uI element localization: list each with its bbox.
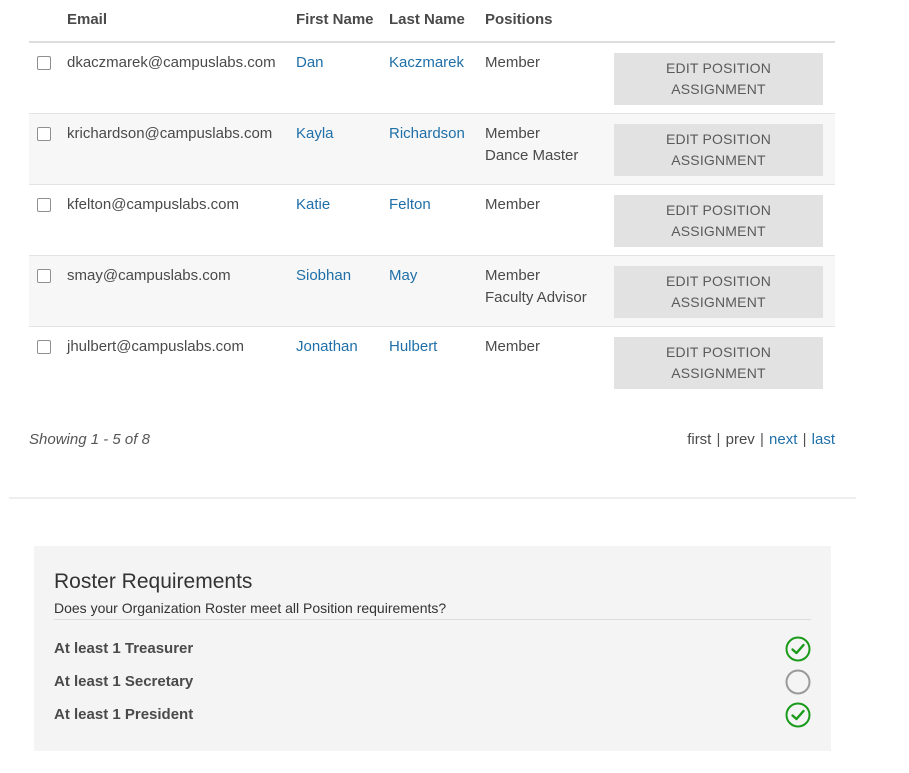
position-label: Member [485, 338, 541, 355]
last-name-column-header[interactable]: Last Name [382, 0, 478, 43]
last-name-cell: Felton [382, 184, 478, 256]
requirements-subtitle: Does your Organization Roster meet all P… [54, 600, 447, 616]
table-row: kfelton@campuslabs.com Katie Felton Memb… [29, 184, 835, 256]
first-name-cell: Siobhan [289, 255, 382, 327]
row-select-checkbox[interactable] [37, 127, 51, 141]
requirement-item: At least 1 President [54, 702, 811, 728]
edit-position-assignment-button[interactable]: EDIT POSITION ASSIGNMENT [614, 53, 823, 105]
position-label: Member [485, 54, 541, 71]
first-name-link[interactable]: Siobhan [296, 267, 351, 284]
empty-circle-icon [785, 669, 811, 695]
positions-cell: Member [478, 184, 607, 256]
row-select-checkbox[interactable] [37, 340, 51, 354]
row-select-checkbox[interactable] [37, 56, 51, 70]
pagination: first | prev | next | last [687, 431, 835, 448]
edit-position-assignment-button[interactable]: EDIT POSITION ASSIGNMENT [614, 266, 823, 318]
email-cell: krichardson@campuslabs.com [60, 113, 289, 185]
requirement-label: At least 1 Treasurer [54, 640, 194, 657]
edit-position-assignment-button[interactable]: EDIT POSITION ASSIGNMENT [614, 195, 823, 247]
email-cell: dkaczmarek@campuslabs.com [60, 41, 289, 114]
first-name-link[interactable]: Katie [296, 196, 330, 213]
select-column-header [29, 0, 60, 43]
position-label: Faculty Advisor [485, 289, 587, 306]
last-name-cell: May [382, 255, 478, 327]
last-name-cell: Richardson [382, 113, 478, 185]
first-name-cell: Kayla [289, 113, 382, 185]
edit-position-assignment-button[interactable]: EDIT POSITION ASSIGNMENT [614, 124, 823, 176]
requirement-label: At least 1 President [54, 706, 194, 723]
first-name-column-header[interactable]: First Name [289, 0, 382, 43]
roster-table: Email First Name Last Name Positions dka… [29, 0, 835, 397]
actions-column-header [607, 0, 835, 43]
select-cell [29, 41, 60, 114]
requirements-title: Roster Requirements [54, 570, 253, 593]
row-select-checkbox[interactable] [37, 198, 51, 212]
email-column-header[interactable]: Email [60, 0, 289, 43]
actions-cell: EDIT POSITION ASSIGNMENT [607, 255, 835, 327]
first-name-link[interactable]: Kayla [296, 125, 334, 142]
position-label: Dance Master [485, 147, 579, 164]
table-row: jhulbert@campuslabs.com Jonathan Hulbert… [29, 326, 835, 397]
email-cell: jhulbert@campuslabs.com [60, 326, 289, 397]
pagination-prev: prev [725, 431, 755, 448]
pagination-first: first [687, 431, 712, 448]
last-name-link[interactable]: Richardson [389, 125, 465, 142]
actions-cell: EDIT POSITION ASSIGNMENT [607, 41, 835, 114]
table-header-row: Email First Name Last Name Positions [29, 0, 835, 43]
positions-cell: Member Dance Master [478, 113, 607, 185]
positions-column-header: Positions [478, 0, 607, 43]
actions-cell: EDIT POSITION ASSIGNMENT [607, 326, 835, 397]
first-name-cell: Katie [289, 184, 382, 256]
pagination-separator: | [759, 431, 764, 448]
table-row: smay@campuslabs.com Siobhan May Member Fa… [29, 255, 835, 327]
first-name-cell: Dan [289, 41, 382, 114]
first-name-link[interactable]: Dan [296, 54, 324, 71]
check-circle-icon [785, 636, 811, 662]
row-select-checkbox[interactable] [37, 269, 51, 283]
roster-page: Email First Name Last Name Positions dka… [0, 0, 909, 773]
select-cell [29, 113, 60, 185]
positions-cell: Member Faculty Advisor [478, 255, 607, 327]
positions-cell: Member [478, 326, 607, 397]
last-name-cell: Hulbert [382, 326, 478, 397]
pagination-separator: | [716, 431, 721, 448]
position-label: Member [485, 125, 541, 142]
last-name-link[interactable]: May [389, 267, 417, 284]
requirement-label: At least 1 Secretary [54, 673, 194, 690]
select-cell [29, 184, 60, 256]
requirement-item: At least 1 Treasurer [54, 636, 811, 662]
email-cell: kfelton@campuslabs.com [60, 184, 289, 256]
positions-cell: Member [478, 41, 607, 114]
select-cell [29, 255, 60, 327]
first-name-cell: Jonathan [289, 326, 382, 397]
section-divider [9, 497, 856, 499]
select-cell [29, 326, 60, 397]
pagination-separator: | [802, 431, 807, 448]
last-name-cell: Kaczmarek [382, 41, 478, 114]
roster-table-body: dkaczmarek@campuslabs.com Dan Kaczmarek … [29, 41, 835, 397]
last-name-link[interactable]: Hulbert [389, 338, 437, 355]
table-row: krichardson@campuslabs.com Kayla Richard… [29, 113, 835, 185]
first-name-link[interactable]: Jonathan [296, 338, 358, 355]
showing-count: Showing 1 - 5 of 8 [29, 431, 150, 448]
last-name-link[interactable]: Kaczmarek [389, 54, 464, 71]
actions-cell: EDIT POSITION ASSIGNMENT [607, 184, 835, 256]
pagination-last-link[interactable]: last [812, 431, 835, 448]
requirement-item: At least 1 Secretary [54, 669, 811, 695]
requirements-divider [54, 619, 811, 620]
position-label: Member [485, 196, 541, 213]
roster-requirements-panel: Roster Requirements Does your Organizati… [34, 546, 831, 751]
pagination-next-link[interactable]: next [769, 431, 797, 448]
table-row: dkaczmarek@campuslabs.com Dan Kaczmarek … [29, 41, 835, 114]
actions-cell: EDIT POSITION ASSIGNMENT [607, 113, 835, 185]
last-name-link[interactable]: Felton [389, 196, 431, 213]
email-cell: smay@campuslabs.com [60, 255, 289, 327]
position-label: Member [485, 267, 541, 284]
edit-position-assignment-button[interactable]: EDIT POSITION ASSIGNMENT [614, 337, 823, 389]
check-circle-icon [785, 702, 811, 728]
